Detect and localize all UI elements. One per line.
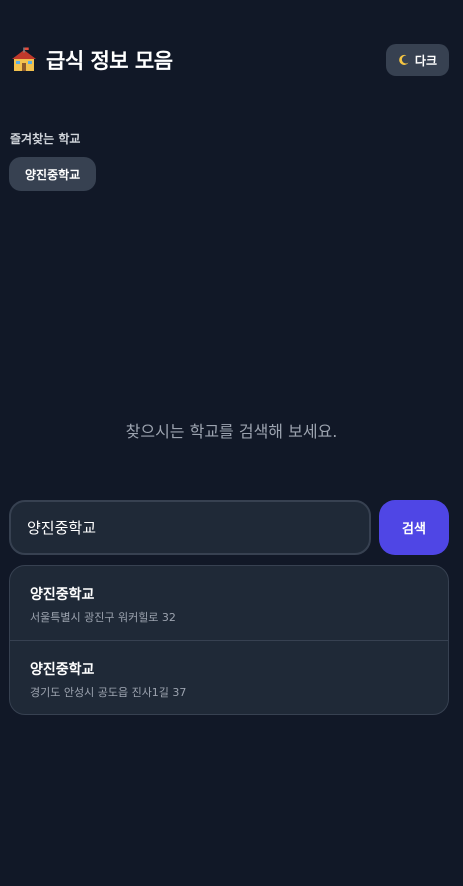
result-school-address: 서울특별시 광진구 워커힐로 32 <box>30 611 176 624</box>
search-results-list: 양진중학교 서울특별시 광진구 워커힐로 32 양진중학교 경기도 안성시 공도… <box>9 565 449 715</box>
empty-state-message: 찾으시는 학교를 검색해 보세요. <box>125 422 338 441</box>
theme-toggle-button[interactable]: 다크 <box>385 44 449 76</box>
search-result-item[interactable]: 양진중학교 서울특별시 광진구 워커힐로 32 <box>10 566 448 640</box>
app-header: 급식 정보 모음 다크 <box>10 42 449 78</box>
result-school-name: 양진중학교 <box>30 662 95 678</box>
theme-toggle-label: 다크 <box>414 53 437 68</box>
result-school-name: 양진중학교 <box>30 587 95 603</box>
school-icon <box>10 46 38 74</box>
moon-icon <box>398 54 410 66</box>
result-school-address: 경기도 안성시 공도읍 진사1길 37 <box>30 686 187 699</box>
search-button[interactable]: 검색 <box>379 500 449 555</box>
school-search-input[interactable] <box>9 500 371 555</box>
page-title: 급식 정보 모음 <box>46 49 173 73</box>
brand: 급식 정보 모음 <box>10 45 173 75</box>
search-result-item[interactable]: 양진중학교 경기도 안성시 공도읍 진사1길 37 <box>10 640 448 714</box>
favorites-heading: 즐겨찾는 학교 <box>10 132 81 146</box>
favorite-school-chip[interactable]: 양진중학교 <box>9 157 97 191</box>
